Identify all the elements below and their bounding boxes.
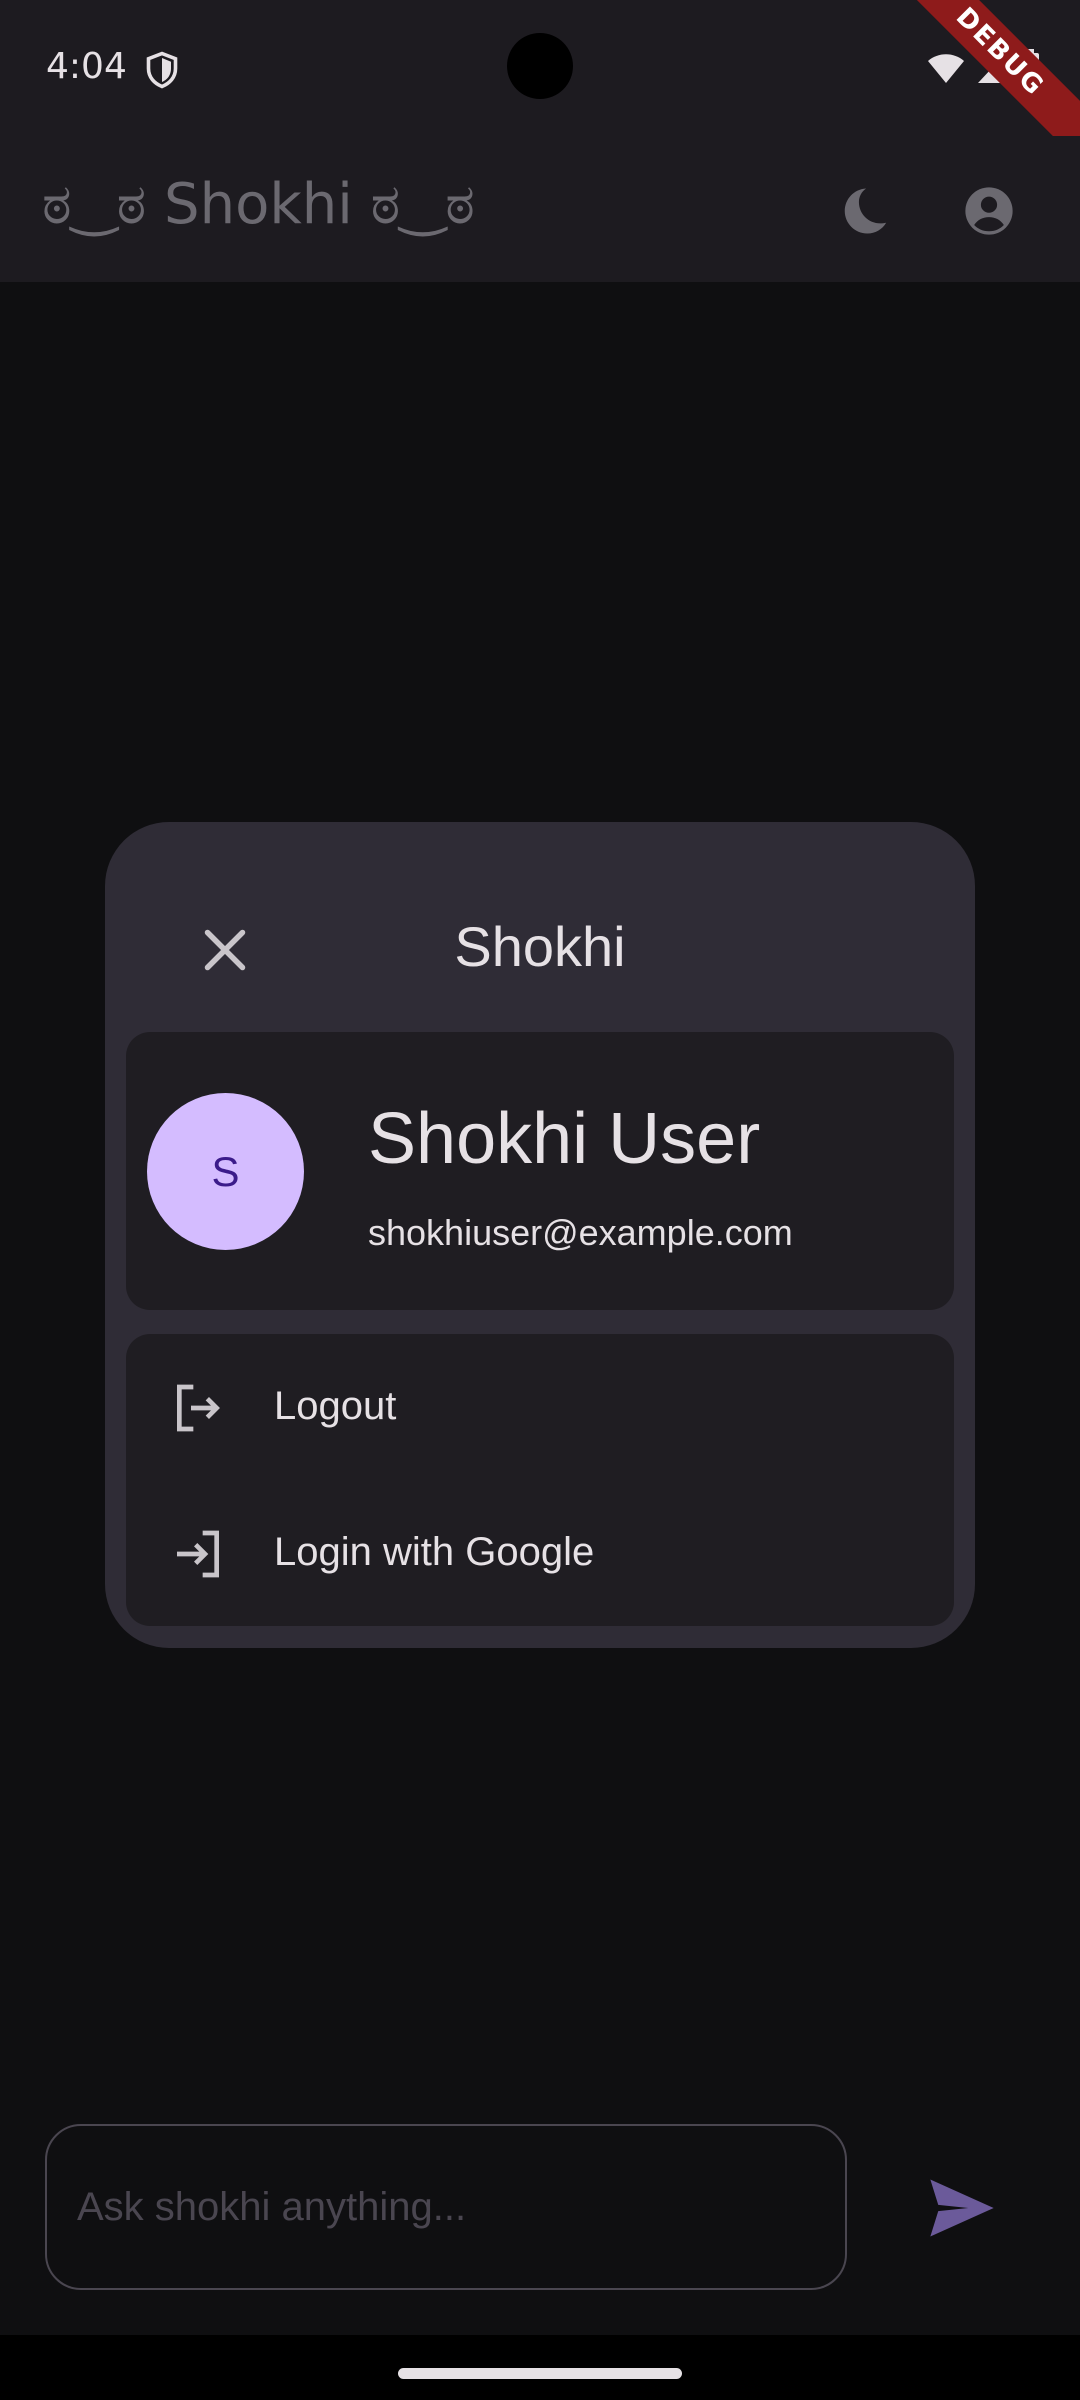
account-dialog: Shokhi S Shokhi User shokhiuser@example.… [105,822,975,1648]
screen: 4:04 DEBUG ಠ‿ಠ Shokhi ಠ‿ಠ Shokhi S Shokh… [0,0,1080,2400]
app-title: ಠ‿ಠ Shokhi ಠ‿ಠ [42,172,475,237]
logout-icon [177,1384,220,1432]
login-icon [177,1530,219,1578]
logout-button[interactable]: Logout [126,1334,954,1480]
app-bar: ಠ‿ಠ Shokhi ಠ‿ಠ [0,136,1080,282]
camera-cutout [507,33,573,99]
status-time: 4:04 [46,46,127,87]
avatar: S [147,1093,304,1250]
actions-card: Logout Login with Google [126,1334,954,1626]
home-gesture-handle[interactable] [398,2368,682,2379]
profile-name: Shokhi User [368,1099,761,1179]
login-google-button[interactable]: Login with Google [126,1480,954,1626]
profile-email: shokhiuser@example.com [368,1212,793,1253]
chat-input[interactable] [45,2124,847,2290]
shield-icon [146,51,178,89]
navigation-bar [0,2335,1080,2400]
logout-label: Logout [274,1384,397,1428]
status-bar: 4:04 DEBUG [0,0,1080,174]
profile-card: S Shokhi User shokhiuser@example.com [126,1032,954,1310]
account-circle-icon[interactable] [962,184,1016,238]
moon-icon[interactable] [838,184,892,238]
dialog-title: Shokhi [454,915,626,978]
login-google-label: Login with Google [274,1530,595,1574]
send-icon[interactable] [924,2170,1000,2246]
wifi-icon [928,54,964,83]
